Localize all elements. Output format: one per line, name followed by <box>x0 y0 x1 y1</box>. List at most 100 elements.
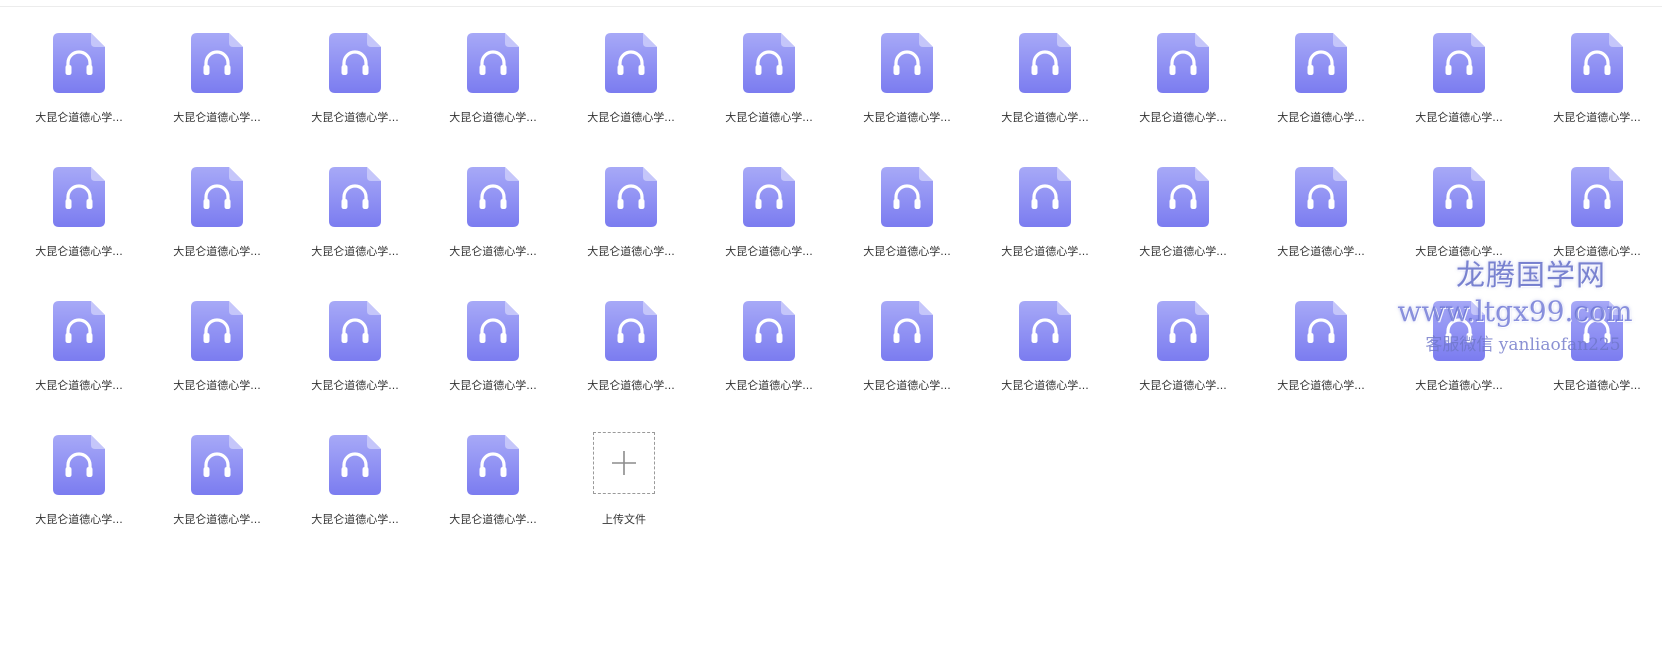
file-name: 大昆仑道德心学... <box>1553 111 1641 124</box>
file-tile[interactable]: 大昆仑道德心学... <box>294 164 432 298</box>
audio-headphones-icon <box>1571 33 1623 93</box>
file-tile[interactable]: 大昆仑道德心学... <box>156 298 294 432</box>
file-tile[interactable]: 大昆仑道德心学... <box>1122 298 1260 432</box>
file-name: 大昆仑道德心学... <box>173 111 261 124</box>
audio-headphones-icon <box>1433 167 1485 227</box>
file-grid: 大昆仑道德心学... 大昆仑道德心学... 大昆仑道德心学... 大昆仑道德心学… <box>18 30 1662 566</box>
file-name: 大昆仑道德心学... <box>1001 245 1089 258</box>
audio-headphones-icon <box>1157 33 1209 93</box>
file-name: 大昆仑道德心学... <box>1139 245 1227 258</box>
audio-headphones-icon <box>881 33 933 93</box>
file-name: 大昆仑道德心学... <box>1139 379 1227 392</box>
file-name: 大昆仑道德心学... <box>449 513 537 526</box>
file-tile[interactable]: 大昆仑道德心学... <box>294 30 432 164</box>
file-name: 大昆仑道德心学... <box>449 111 537 124</box>
file-name: 大昆仑道德心学... <box>1001 379 1089 392</box>
file-tile[interactable]: 大昆仑道德心学... <box>984 298 1122 432</box>
file-name: 大昆仑道德心学... <box>1415 245 1503 258</box>
file-browser: 大昆仑道德心学... 大昆仑道德心学... 大昆仑道德心学... 大昆仑道德心学… <box>0 0 1662 645</box>
audio-headphones-icon <box>191 301 243 361</box>
audio-headphones-icon <box>467 33 519 93</box>
file-name: 大昆仑道德心学... <box>725 245 813 258</box>
file-tile[interactable]: 大昆仑道德心学... <box>570 298 708 432</box>
file-tile[interactable]: 大昆仑道德心学... <box>156 164 294 298</box>
file-tile[interactable]: 大昆仑道德心学... <box>1536 30 1662 164</box>
file-name: 大昆仑道德心学... <box>863 111 951 124</box>
file-tile[interactable]: 大昆仑道德心学... <box>1398 30 1536 164</box>
file-tile[interactable]: 大昆仑道德心学... <box>708 298 846 432</box>
file-tile[interactable]: 大昆仑道德心学... <box>156 30 294 164</box>
file-tile[interactable]: 大昆仑道德心学... <box>18 30 156 164</box>
file-tile[interactable]: 大昆仑道德心学... <box>570 164 708 298</box>
audio-headphones-icon <box>1019 167 1071 227</box>
audio-headphones-icon <box>881 167 933 227</box>
upload-dropzone[interactable] <box>593 432 655 494</box>
file-name: 大昆仑道德心学... <box>587 245 675 258</box>
audio-headphones-icon <box>605 167 657 227</box>
file-name: 大昆仑道德心学... <box>173 245 261 258</box>
audio-headphones-icon <box>605 33 657 93</box>
file-tile[interactable]: 大昆仑道德心学... <box>18 164 156 298</box>
audio-headphones-icon <box>1295 301 1347 361</box>
file-name: 大昆仑道德心学... <box>1277 379 1365 392</box>
audio-headphones-icon <box>743 301 795 361</box>
file-tile[interactable]: 大昆仑道德心学... <box>846 164 984 298</box>
audio-headphones-icon <box>329 301 381 361</box>
upload-file-button[interactable]: 上传文件 <box>570 432 708 566</box>
file-name: 大昆仑道德心学... <box>1277 245 1365 258</box>
file-tile[interactable]: 大昆仑道德心学... <box>1122 164 1260 298</box>
file-tile[interactable]: 大昆仑道德心学... <box>708 30 846 164</box>
file-name: 大昆仑道德心学... <box>1277 111 1365 124</box>
audio-headphones-icon <box>881 301 933 361</box>
file-tile[interactable]: 大昆仑道德心学... <box>1260 164 1398 298</box>
file-name: 大昆仑道德心学... <box>1553 379 1641 392</box>
file-tile[interactable]: 大昆仑道德心学... <box>432 164 570 298</box>
file-name: 大昆仑道德心学... <box>173 379 261 392</box>
audio-headphones-icon <box>53 167 105 227</box>
file-name: 大昆仑道德心学... <box>311 513 399 526</box>
file-tile[interactable]: 大昆仑道德心学... <box>984 30 1122 164</box>
file-name: 大昆仑道德心学... <box>725 379 813 392</box>
file-tile[interactable]: 大昆仑道德心学... <box>294 298 432 432</box>
file-tile[interactable]: 大昆仑道德心学... <box>708 164 846 298</box>
file-tile[interactable]: 大昆仑道德心学... <box>984 164 1122 298</box>
file-name: 大昆仑道德心学... <box>1415 111 1503 124</box>
audio-headphones-icon <box>1295 33 1347 93</box>
file-tile[interactable]: 大昆仑道德心学... <box>1122 30 1260 164</box>
audio-headphones-icon <box>329 435 381 495</box>
audio-headphones-icon <box>605 301 657 361</box>
file-tile[interactable]: 大昆仑道德心学... <box>1260 30 1398 164</box>
file-name: 大昆仑道德心学... <box>1553 245 1641 258</box>
file-name: 大昆仑道德心学... <box>173 513 261 526</box>
audio-headphones-icon <box>1019 301 1071 361</box>
plus-icon <box>612 451 636 475</box>
file-tile[interactable]: 大昆仑道德心学... <box>156 432 294 566</box>
file-name: 大昆仑道德心学... <box>311 379 399 392</box>
audio-headphones-icon <box>329 167 381 227</box>
audio-headphones-icon <box>1157 167 1209 227</box>
file-tile[interactable]: 大昆仑道德心学... <box>1260 298 1398 432</box>
file-tile[interactable]: 大昆仑道德心学... <box>846 298 984 432</box>
file-name: 大昆仑道德心学... <box>1139 111 1227 124</box>
file-name: 大昆仑道德心学... <box>35 111 123 124</box>
file-name: 大昆仑道德心学... <box>35 513 123 526</box>
file-tile[interactable]: 大昆仑道德心学... <box>1536 298 1662 432</box>
audio-headphones-icon <box>467 301 519 361</box>
audio-headphones-icon <box>1295 167 1347 227</box>
audio-headphones-icon <box>53 301 105 361</box>
file-tile[interactable]: 大昆仑道德心学... <box>1536 164 1662 298</box>
file-tile[interactable]: 大昆仑道德心学... <box>294 432 432 566</box>
file-tile[interactable]: 大昆仑道德心学... <box>432 30 570 164</box>
audio-headphones-icon <box>1019 33 1071 93</box>
file-name: 大昆仑道德心学... <box>35 245 123 258</box>
file-tile[interactable]: 大昆仑道德心学... <box>432 298 570 432</box>
file-tile[interactable]: 大昆仑道德心学... <box>18 432 156 566</box>
file-tile[interactable]: 大昆仑道德心学... <box>18 298 156 432</box>
file-tile[interactable]: 大昆仑道德心学... <box>846 30 984 164</box>
file-name: 大昆仑道德心学... <box>863 245 951 258</box>
file-name: 大昆仑道德心学... <box>587 111 675 124</box>
file-tile[interactable]: 大昆仑道德心学... <box>432 432 570 566</box>
file-tile[interactable]: 大昆仑道德心学... <box>1398 298 1536 432</box>
file-tile[interactable]: 大昆仑道德心学... <box>570 30 708 164</box>
file-tile[interactable]: 大昆仑道德心学... <box>1398 164 1536 298</box>
